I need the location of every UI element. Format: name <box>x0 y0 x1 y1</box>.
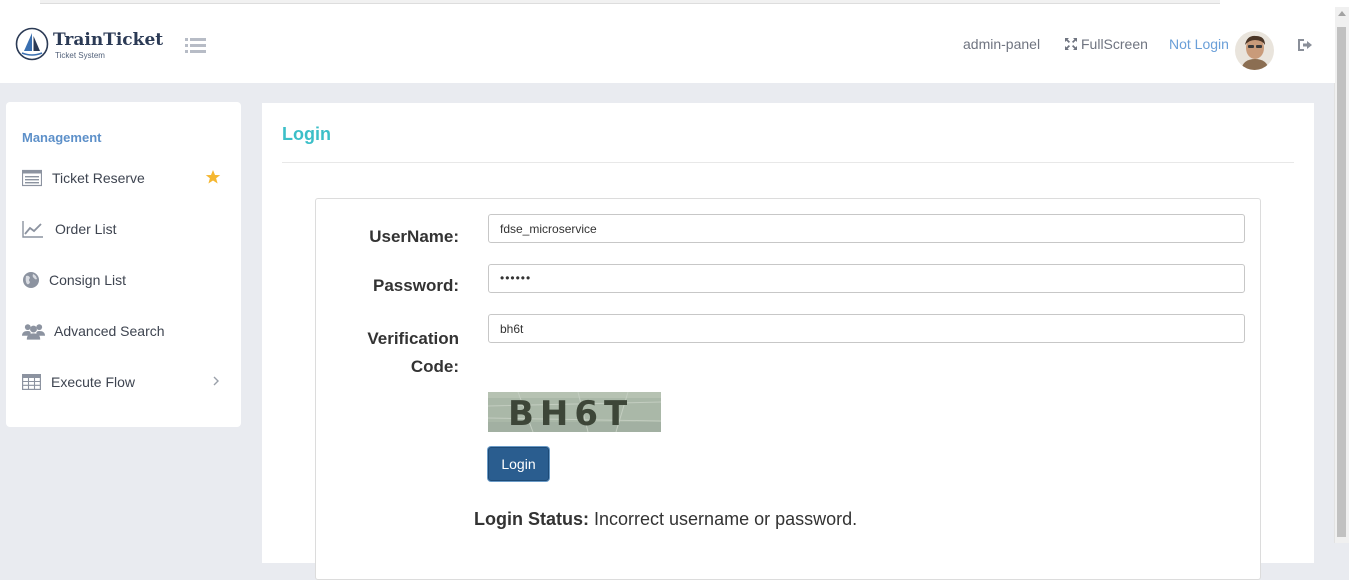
sidebar-heading: Management <box>22 130 102 145</box>
fullscreen-label: FullScreen <box>1081 36 1148 52</box>
sidebar-item-label: Order List <box>55 221 117 237</box>
login-status-label: Login Status: <box>474 509 589 529</box>
sidebar-item-label: Advanced Search <box>54 323 165 339</box>
fullscreen-button[interactable]: FullScreen <box>1065 36 1148 52</box>
verification-label-line2: Code: <box>410 357 459 376</box>
sidebar-item-consign-list[interactable]: Consign List <box>6 265 241 295</box>
sidebar-item-ticket-reserve[interactable]: Ticket Reserve <box>6 163 241 193</box>
sidebar-item-label: Ticket Reserve <box>52 170 145 186</box>
sidebar: Management Ticket Reserve Order List Con… <box>6 102 241 427</box>
verification-code-label: Verification Code: <box>346 325 459 381</box>
sidebar-item-order-list[interactable]: Order List <box>6 214 241 244</box>
chevron-right-icon[interactable] <box>212 374 220 388</box>
login-status: Login Status: Incorrect username or pass… <box>474 509 857 530</box>
brand-name: TrainTicket <box>53 30 164 50</box>
main-content: Login UserName: Password: •••••• Verific… <box>262 103 1314 580</box>
title-divider <box>282 162 1294 163</box>
scroll-up-icon[interactable] <box>1338 11 1346 16</box>
expand-icon <box>1065 38 1077 50</box>
login-status-message: Incorrect username or password. <box>594 509 858 529</box>
line-chart-icon <box>22 221 43 238</box>
table-icon <box>22 374 41 391</box>
logout-icon[interactable] <box>1297 38 1313 52</box>
sailboat-logo-icon <box>15 27 49 61</box>
top-navbar: TrainTicket Ticket System admin-panel Fu… <box>0 7 1335 83</box>
captcha-text: BH6T <box>508 394 633 432</box>
captcha-image[interactable]: BH6T <box>488 392 661 432</box>
login-button[interactable]: Login <box>488 447 549 481</box>
page-title: Login <box>282 124 331 144</box>
users-icon <box>22 324 45 340</box>
username-field[interactable] <box>488 214 1245 243</box>
user-avatar[interactable] <box>1235 31 1274 70</box>
list-card-icon <box>22 169 42 187</box>
menu-toggle-icon[interactable] <box>185 38 206 53</box>
page-scrollbar[interactable] <box>1334 7 1349 543</box>
login-state-link[interactable]: Not Login <box>1169 36 1229 52</box>
sidebar-item-advanced-search[interactable]: Advanced Search <box>6 316 241 346</box>
scrollbar-thumb[interactable] <box>1337 27 1346 537</box>
username-label: UserName: <box>369 227 459 246</box>
star-icon[interactable] <box>205 169 221 185</box>
sidebar-item-label: Execute Flow <box>51 374 136 390</box>
password-label: Password: <box>373 276 459 295</box>
verification-label-line1: Verification <box>367 329 459 348</box>
admin-panel-link[interactable]: admin-panel <box>963 36 1040 52</box>
login-form-panel: UserName: Password: •••••• Verification … <box>315 198 1261 580</box>
brand-subtitle: Ticket System <box>55 51 105 60</box>
globe-icon <box>23 272 39 288</box>
sidebar-item-execute-flow[interactable]: Execute Flow <box>6 367 241 397</box>
sidebar-item-label: Consign List <box>49 272 127 288</box>
verification-code-field[interactable] <box>488 314 1245 343</box>
password-field[interactable]: •••••• <box>488 264 1245 293</box>
